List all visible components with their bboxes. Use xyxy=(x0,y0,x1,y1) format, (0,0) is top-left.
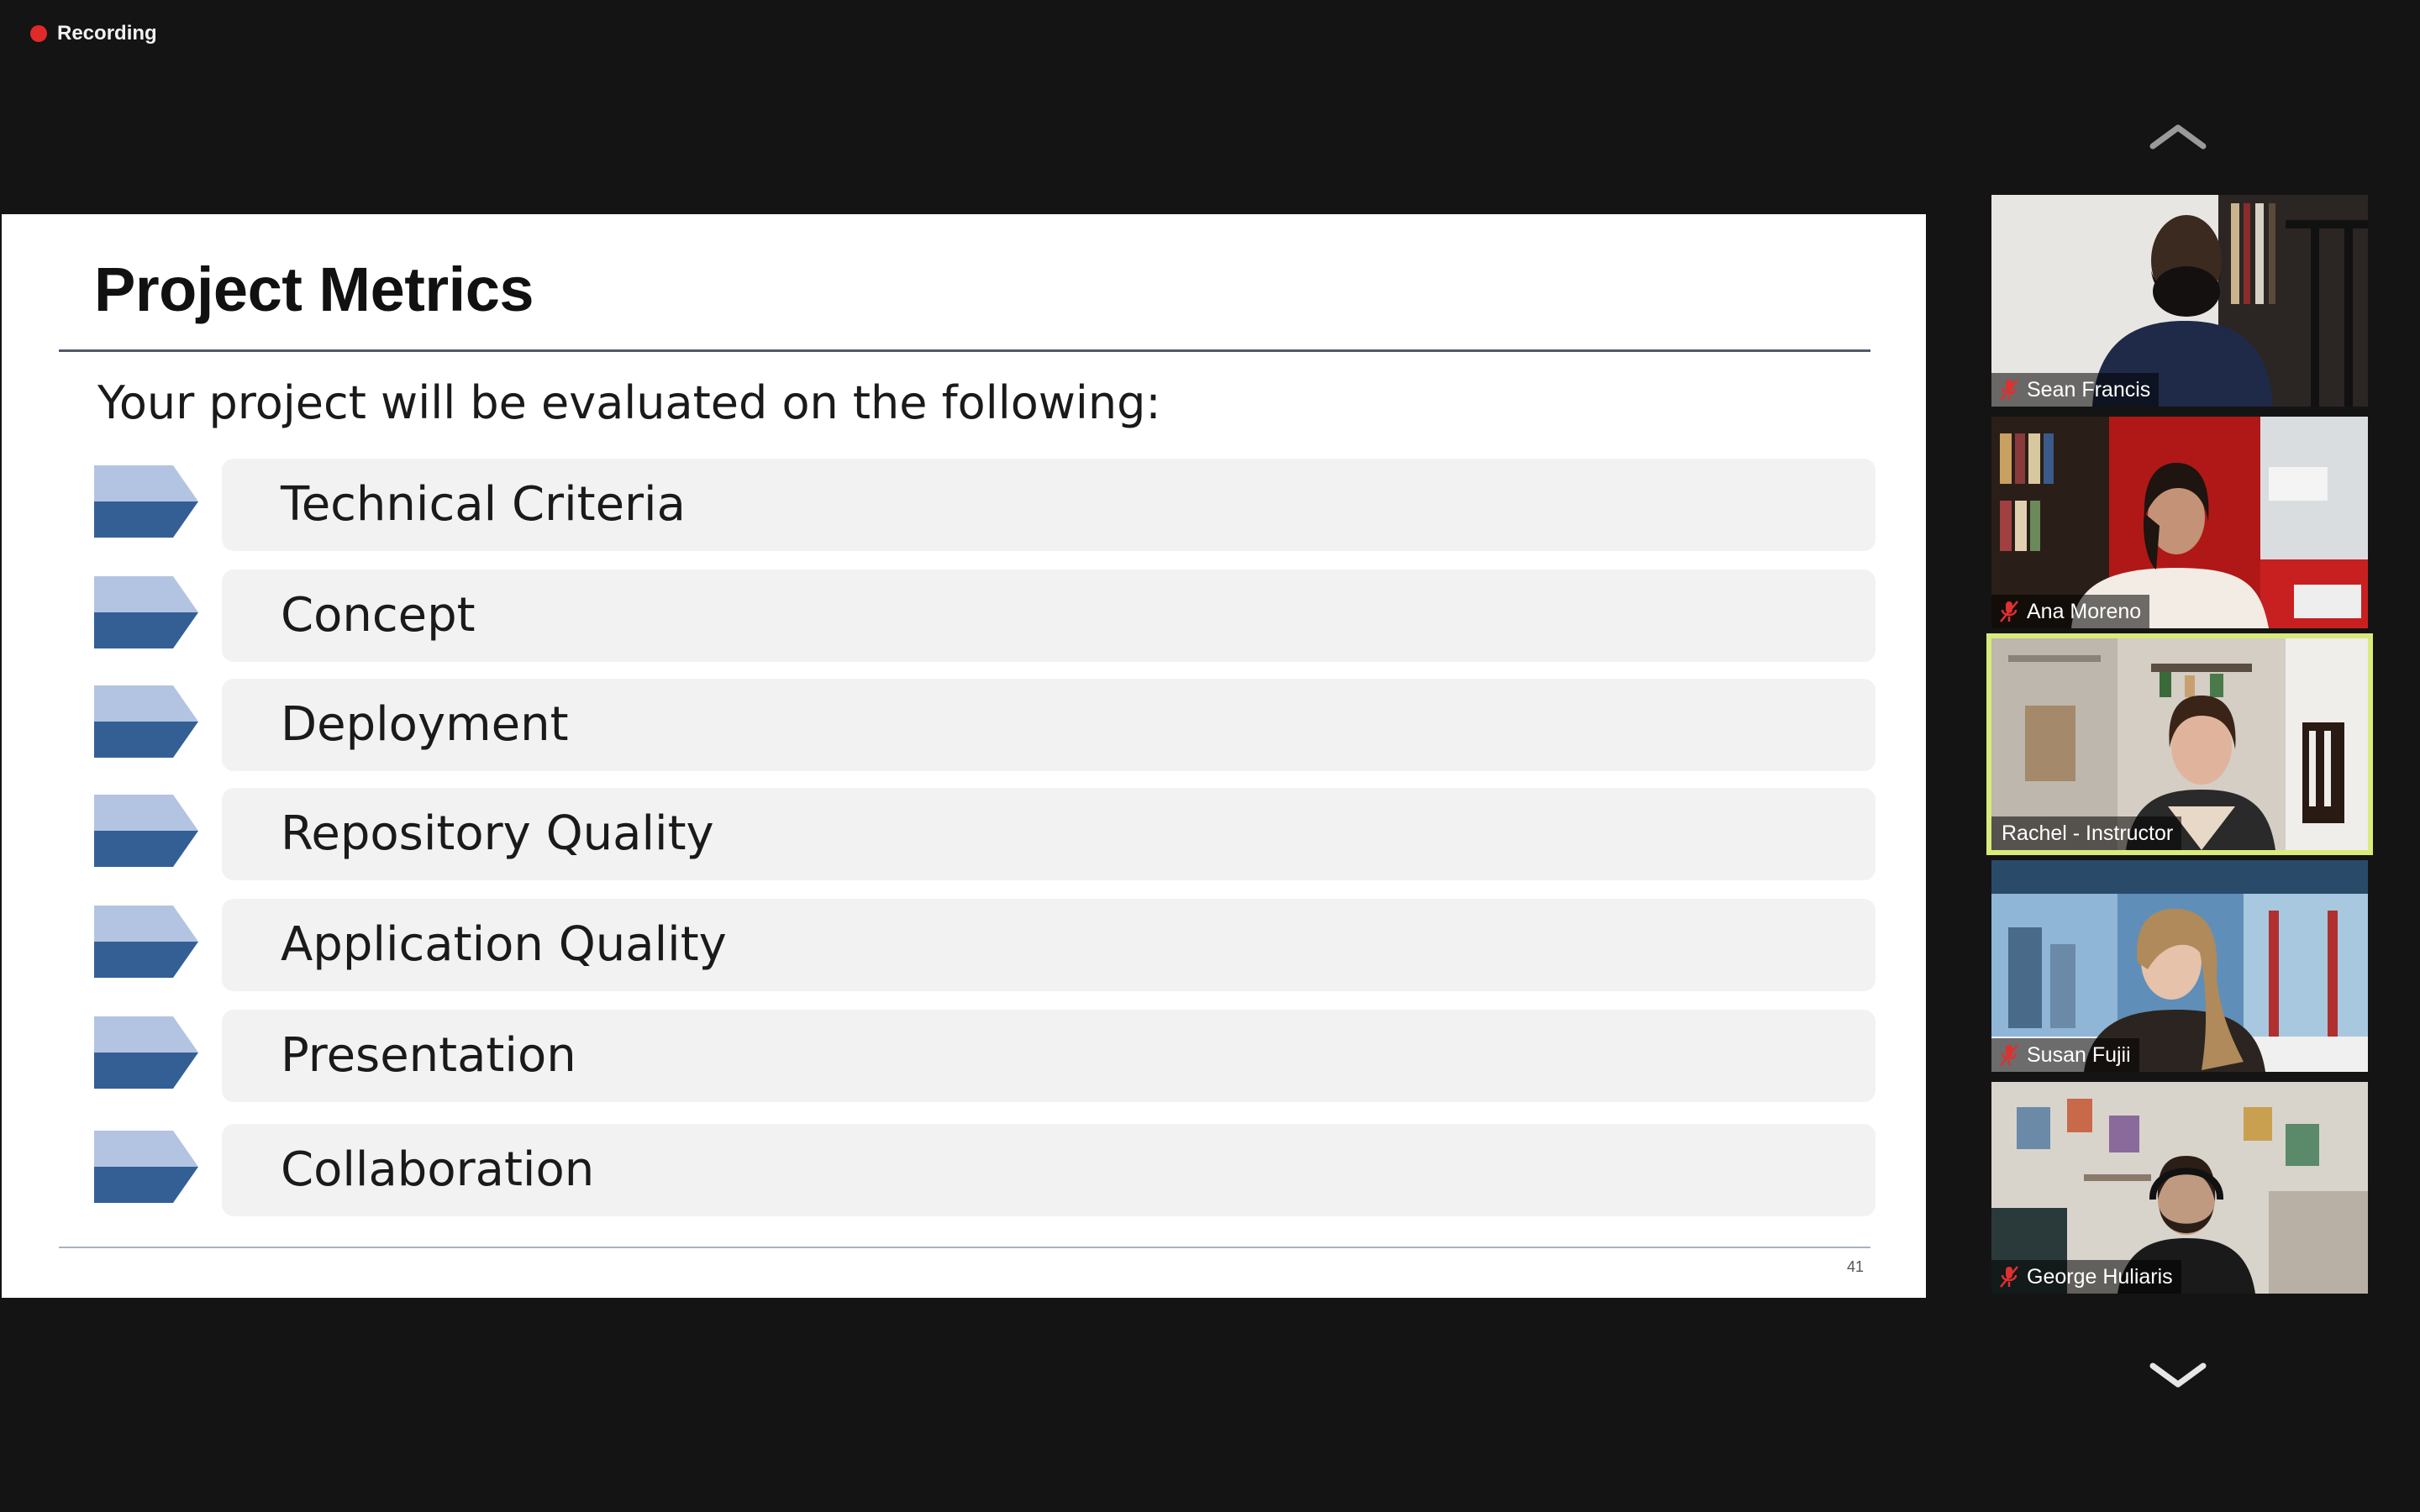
metric-label: Concept xyxy=(281,588,476,643)
metric-pill: Concept xyxy=(222,570,1876,662)
participant-video-tile[interactable]: Susan Fujii xyxy=(1991,860,2368,1072)
metric-label: Technical Criteria xyxy=(281,477,686,532)
metric-pill: Deployment xyxy=(222,679,1876,771)
participant-video-tile-active-speaker[interactable]: Rachel - Instructor xyxy=(1986,633,2373,855)
metric-label: Deployment xyxy=(281,697,569,752)
metric-label: Application Quality xyxy=(281,917,727,972)
participant-name: George Huliaris xyxy=(2027,1264,2173,1289)
participant-name: Ana Moreno xyxy=(2027,599,2142,623)
chevron-arrow-icon xyxy=(94,685,198,758)
chevron-down-icon[interactable] xyxy=(2148,1359,2208,1393)
metric-item: Presentation xyxy=(92,1010,1877,1104)
muted-microphone-icon xyxy=(2000,379,2018,401)
participant-name: Rachel - Instructor xyxy=(2002,821,2174,845)
participant-video-tile[interactable]: Ana Moreno xyxy=(1991,417,2368,628)
chevron-arrow-icon xyxy=(94,1016,198,1089)
slide-subtitle: Your project will be evaluated on the fo… xyxy=(97,376,1161,429)
participant-name-tag: Sean Francis xyxy=(1991,373,2160,407)
slide-page-number: 41 xyxy=(1847,1258,1865,1275)
slide-title: Project Metrics xyxy=(94,255,534,324)
metric-label: Collaboration xyxy=(281,1142,595,1197)
participant-name-tag: Rachel - Instructor xyxy=(1991,816,2182,850)
metric-pill: Technical Criteria xyxy=(222,459,1876,551)
participant-name-tag: George Huliaris xyxy=(1991,1260,2181,1294)
metric-label: Repository Quality xyxy=(281,806,714,861)
muted-microphone-icon xyxy=(2000,1044,2018,1066)
title-divider xyxy=(59,349,1870,352)
participant-name-tag: Susan Fujii xyxy=(1991,1038,2139,1072)
recording-indicator[interactable]: Recording xyxy=(30,22,157,45)
participant-name-tag: Ana Moreno xyxy=(1991,595,2150,628)
muted-microphone-icon xyxy=(2000,1266,2018,1288)
chevron-arrow-icon xyxy=(94,1131,198,1203)
metric-pill: Application Quality xyxy=(222,899,1876,991)
metric-item: Technical Criteria xyxy=(92,459,1877,553)
metric-item: Application Quality xyxy=(92,899,1877,993)
recording-dot-icon xyxy=(30,25,47,42)
metric-pill: Presentation xyxy=(222,1010,1876,1102)
muted-microphone-icon xyxy=(2000,601,2018,622)
metric-pill: Collaboration xyxy=(222,1124,1876,1216)
participant-name: Susan Fujii xyxy=(2027,1042,2131,1067)
metric-item: Concept xyxy=(92,570,1877,664)
chevron-arrow-icon xyxy=(94,465,198,538)
metric-item: Deployment xyxy=(92,679,1877,773)
metric-label: Presentation xyxy=(281,1028,576,1083)
participant-video-tile[interactable]: Sean Francis xyxy=(1991,195,2368,407)
recording-label: Recording xyxy=(57,22,157,45)
footer-divider xyxy=(59,1247,1870,1248)
metric-item: Repository Quality xyxy=(92,788,1877,882)
metric-pill: Repository Quality xyxy=(222,788,1876,880)
chevron-arrow-icon xyxy=(94,576,198,648)
participant-video-tile[interactable]: George Huliaris xyxy=(1991,1082,2368,1294)
meeting-window: Recording Project Metrics Your project w… xyxy=(0,0,2420,1512)
participant-name: Sean Francis xyxy=(2027,377,2151,402)
chevron-arrow-icon xyxy=(94,795,198,867)
chevron-arrow-icon xyxy=(94,906,198,978)
chevron-up-icon[interactable] xyxy=(2148,119,2208,153)
metric-item: Collaboration xyxy=(92,1124,1877,1218)
